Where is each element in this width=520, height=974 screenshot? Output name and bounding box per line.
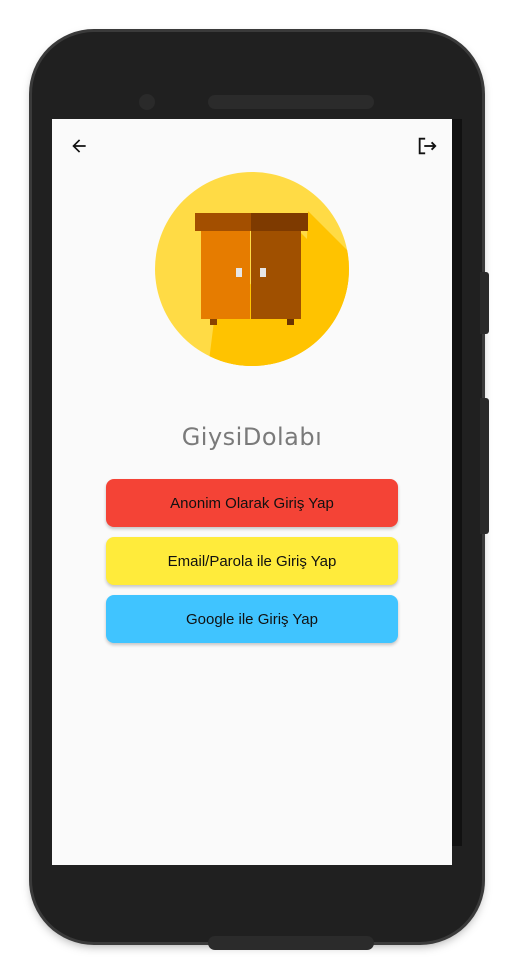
email-login-button[interactable]: Email/Parola ile Giriş Yap [106, 537, 398, 585]
logout-icon [418, 137, 437, 155]
logout-button[interactable] [414, 133, 440, 159]
front-camera [139, 94, 155, 110]
back-button[interactable] [66, 133, 92, 159]
volume-button [480, 398, 489, 534]
device-stage: GiysiDolabı Anonim Olarak Giriş Yap Emai… [0, 0, 520, 974]
app-screen: GiysiDolabı Anonim Olarak Giriş Yap Emai… [52, 119, 452, 865]
power-button [480, 272, 489, 334]
anonymous-login-label: Anonim Olarak Giriş Yap [170, 494, 334, 512]
google-login-label: Google ile Giriş Yap [185, 610, 318, 628]
bottom-speaker [208, 936, 374, 950]
email-login-label: Email/Parola ile Giriş Yap [167, 552, 337, 570]
wardrobe-icon [155, 172, 349, 366]
screen-edge [452, 119, 462, 846]
wardrobe-logo [154, 171, 350, 367]
app-title: GiysiDolabı [181, 423, 323, 451]
anonymous-login-button[interactable]: Anonim Olarak Giriş Yap [106, 479, 398, 527]
arrow-left-icon [72, 139, 86, 153]
google-login-button[interactable]: Google ile Giriş Yap [106, 595, 398, 643]
earpiece-speaker [208, 95, 374, 109]
